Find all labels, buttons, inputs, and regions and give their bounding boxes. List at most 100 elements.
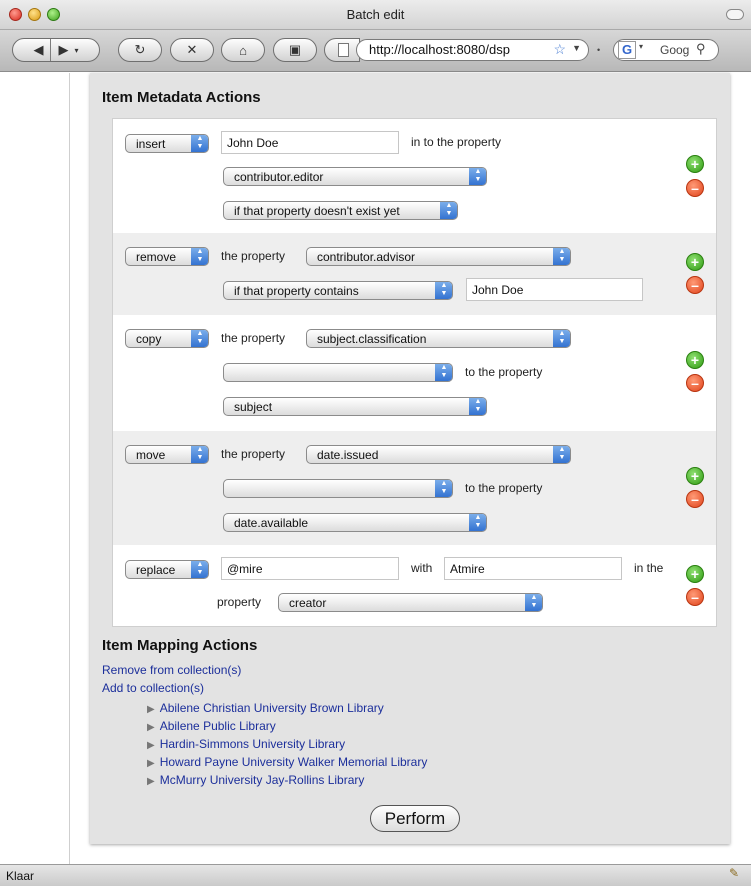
search-engine-dropdown-icon[interactable]: ▾ [639,42,643,51]
select-arrows-icon: ▲ ▼ [440,202,457,219]
property-label: the property [221,331,286,345]
property-select[interactable]: contributor.editor ▲ ▼ [223,167,487,186]
property-select-value: date.issued [317,448,379,462]
disclosure-triangle-icon: ▶ [147,758,155,769]
stop-icon: ✕ [186,42,198,57]
action-select[interactable]: copy ▲ ▼ [125,329,209,348]
remove-action-button[interactable]: – [686,490,704,508]
add-action-button[interactable]: + [686,253,704,271]
extension-icon[interactable]: ✎ [729,866,739,880]
property-select[interactable]: contributor.advisor ▲ ▼ [306,247,571,266]
back-arrow-icon[interactable]: ◀ [33,42,43,58]
separator-icon: • [597,45,601,55]
magnifier-icon[interactable]: ⚲ [696,41,706,57]
select-arrows-icon: ▲ ▼ [191,446,208,463]
home-icon: ⌂ [239,42,247,58]
target-label: to the property [465,481,543,495]
url-bar[interactable]: http://localhost:8080/dsp ☆ ▼ [356,39,589,61]
forward-arrow-icon[interactable]: ▶ [58,42,68,58]
url-text: http://localhost:8080/dsp [369,42,510,57]
batch-edit-panel: Item Metadata Actions insert ▲ ▼ John Doe … [90,73,730,844]
add-to-collections-link[interactable]: Add to collection(s) [102,681,204,695]
property-select[interactable]: subject.classification ▲ ▼ [306,329,571,348]
action-select-value: copy [136,332,162,346]
target-select-value: subject [234,400,273,414]
action-select[interactable]: replace ▲ ▼ [125,560,209,579]
select-arrows-icon: ▲ ▼ [435,282,452,299]
condition-select[interactable]: if that property doesn't exist yet ▲ ▼ [223,201,458,220]
property-select-value: contributor.editor [234,170,324,184]
history-dropdown-icon[interactable]: ▾ [74,46,78,55]
condition-select-value: if that property contains [234,284,359,298]
perform-button[interactable]: Perform [370,805,460,832]
in-the-label: in the [634,561,664,575]
back-forward-buttons: ◀ ▶ ▾ [12,38,100,62]
select-arrows-icon: ▲ ▼ [553,446,570,463]
toolbar-toggle-button[interactable] [726,9,744,20]
property-label: the property [221,249,286,263]
collection-name: Abilene Christian University Brown Libra… [159,701,384,715]
metadata-actions-box: insert ▲ ▼ John Doe in to the property con… [112,118,717,627]
remove-action-button[interactable]: – [686,374,704,392]
remove-action-button[interactable]: – [686,179,704,197]
property-select-value: subject.classification [317,332,427,346]
document-icon [338,43,349,57]
reload-button[interactable]: ↻ [118,38,162,62]
insert-value-input[interactable]: John Doe [221,131,399,154]
home-button[interactable]: ⌂ [221,38,265,62]
action-row-copy: copy ▲ ▼ the property subject.classificati… [113,315,716,431]
replace-find-input[interactable]: @mire [221,557,399,580]
action-select[interactable]: remove ▲ ▼ [125,247,209,266]
bookmark-page-button[interactable]: ▣ [273,38,317,62]
add-action-button[interactable]: + [686,565,704,583]
target-property-select[interactable]: date.available ▲ ▼ [223,513,487,532]
collection-item[interactable]: ▶ Abilene Public Library [147,719,427,737]
collection-name: Howard Payne University Walker Memorial … [159,755,428,769]
collection-item[interactable]: ▶ McMurry University Jay-Rollins Library [147,773,427,791]
stop-button[interactable]: ✕ [170,38,214,62]
action-select[interactable]: insert ▲ ▼ [125,134,209,153]
property-select[interactable]: date.issued ▲ ▼ [306,445,571,464]
add-action-button[interactable]: + [686,155,704,173]
window-title: Batch edit [346,7,405,22]
collection-item[interactable]: ▶ Hardin-Simmons University Library [147,737,427,755]
search-field[interactable]: G ▾ Goog ⚲ [613,39,719,61]
collection-name: Abilene Public Library [159,719,276,733]
select-arrows-icon: ▲ ▼ [191,561,208,578]
condition-select[interactable]: if that property contains ▲ ▼ [223,281,453,300]
remove-action-button[interactable]: – [686,276,704,294]
select-arrows-icon: ▲ ▼ [435,480,452,497]
replace-with-input[interactable]: Atmire [444,557,622,580]
bookmark-star-icon[interactable]: ☆ [553,41,566,58]
collection-item[interactable]: ▶ Howard Payne University Walker Memorial… [147,755,427,773]
add-action-button[interactable]: + [686,351,704,369]
property-select[interactable]: creator ▲ ▼ [278,593,543,612]
search-engine-icon[interactable]: G [618,41,636,59]
target-property-select[interactable]: subject ▲ ▼ [223,397,487,416]
action-select-value: insert [136,137,166,151]
property-label: property [217,595,262,609]
select-arrows-icon: ▲ ▼ [553,248,570,265]
qualifier-select[interactable]: ▲ ▼ [223,363,453,382]
action-select-value: remove [136,250,177,264]
collection-item[interactable]: ▶ Abilene Christian University Brown Libr… [147,701,427,719]
remove-from-collections-link[interactable]: Remove from collection(s) [102,663,241,677]
add-action-button[interactable]: + [686,467,704,485]
url-dropdown-icon[interactable]: ▼ [572,43,581,53]
select-arrows-icon: ▲ ▼ [469,168,486,185]
reload-icon: ↻ [134,42,146,57]
qualifier-select[interactable]: ▲ ▼ [223,479,453,498]
action-row-move: move ▲ ▼ the property date.issued ▲ ▼ ▲ ▼ to … [113,431,716,545]
condition-value-input[interactable]: John Doe [466,278,643,301]
target-label: to the property [465,365,543,379]
condition-select-value: if that property doesn't exist yet [234,204,400,218]
with-label: with [411,561,433,575]
action-row-remove: remove ▲ ▼ the property contributor.adviso… [113,233,716,315]
site-identity-button[interactable] [324,38,360,62]
metadata-heading: Item Metadata Actions [102,89,261,106]
collection-name: Hardin-Simmons University Library [159,737,346,751]
window-titlebar: Batch edit [0,0,751,30]
remove-action-button[interactable]: – [686,588,704,606]
action-select[interactable]: move ▲ ▼ [125,445,209,464]
property-label: the property [221,447,286,461]
